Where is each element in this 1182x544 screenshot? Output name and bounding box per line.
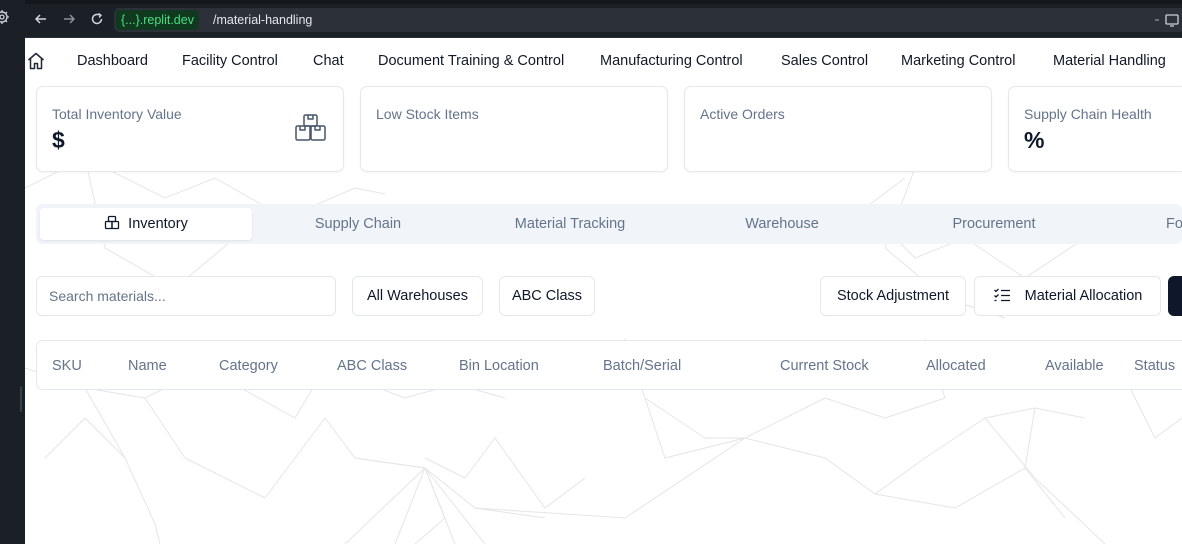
app-content: Dashboard Facility Control Chat Document… bbox=[25, 38, 1182, 544]
column-header-batch-serial[interactable]: Batch/Serial bbox=[603, 358, 681, 374]
tab-supply-chain[interactable]: Supply Chain bbox=[252, 208, 464, 240]
nav-sales-control[interactable]: Sales Control bbox=[781, 53, 868, 69]
url-host: {...}.replit.dev bbox=[116, 10, 199, 30]
card-value: $ bbox=[52, 127, 65, 153]
left-sidebar bbox=[0, 0, 25, 544]
card-active-orders: Active Orders bbox=[684, 86, 992, 172]
home-icon[interactable] bbox=[26, 51, 46, 71]
tab-material-tracking[interactable]: Material Tracking bbox=[464, 208, 676, 240]
primary-action-button[interactable] bbox=[1168, 276, 1182, 316]
nav-material-handling[interactable]: Material Handling bbox=[1053, 53, 1166, 69]
column-header-name[interactable]: Name bbox=[128, 358, 167, 374]
browser-bar: {...}.replit.dev /material-handling bbox=[25, 0, 1182, 38]
list-checks-icon bbox=[993, 288, 1010, 302]
tab-strip bbox=[25, 0, 1182, 4]
tab-inventory[interactable]: Inventory bbox=[40, 208, 252, 240]
url-bar[interactable]: {...}.replit.dev /material-handling bbox=[114, 8, 1173, 32]
abc-class-filter[interactable]: ABC Class bbox=[499, 276, 595, 316]
inventory-table: SKU Name Category ABC Class Bin Location… bbox=[36, 340, 1182, 390]
top-navigation: Dashboard Facility Control Chat Document… bbox=[25, 38, 1182, 83]
nav-facility-control[interactable]: Facility Control bbox=[182, 53, 278, 69]
monitor-icon bbox=[1165, 14, 1179, 27]
column-header-bin-location[interactable]: Bin Location bbox=[459, 358, 539, 374]
boxes-icon bbox=[295, 114, 326, 141]
tab-overflow[interactable]: Fo bbox=[1166, 208, 1182, 240]
card-title: Low Stock Items bbox=[376, 106, 479, 122]
column-header-available[interactable]: Available bbox=[1045, 358, 1104, 374]
warehouse-filter[interactable]: All Warehouses bbox=[352, 276, 483, 316]
card-low-stock-items: Low Stock Items bbox=[360, 86, 668, 172]
card-title: Active Orders bbox=[700, 106, 785, 122]
nav-marketing-control[interactable]: Marketing Control bbox=[901, 53, 1015, 69]
column-header-sku[interactable]: SKU bbox=[52, 358, 82, 374]
column-header-current-stock[interactable]: Current Stock bbox=[780, 358, 869, 374]
nav-chat[interactable]: Chat bbox=[313, 53, 344, 69]
tab-label: Inventory bbox=[128, 216, 188, 232]
column-header-allocated[interactable]: Allocated bbox=[926, 358, 986, 374]
card-total-inventory-value: Total Inventory Value $ bbox=[36, 86, 344, 172]
nav-dashboard[interactable]: Dashboard bbox=[77, 53, 148, 69]
back-arrow-icon[interactable] bbox=[34, 12, 48, 26]
card-supply-chain-health: Supply Chain Health % bbox=[1008, 86, 1182, 172]
material-allocation-label: Material Allocation bbox=[1024, 288, 1143, 304]
column-header-category[interactable]: Category bbox=[219, 358, 278, 374]
forward-arrow-icon[interactable] bbox=[62, 12, 76, 26]
boxes-icon bbox=[105, 215, 120, 230]
column-header-abc-class[interactable]: ABC Class bbox=[337, 358, 407, 374]
card-title: Total Inventory Value bbox=[52, 106, 182, 122]
nav-document-training-control[interactable]: Document Training & Control bbox=[378, 53, 564, 69]
tab-warehouse[interactable]: Warehouse bbox=[676, 208, 888, 240]
column-header-status[interactable]: Status bbox=[1134, 358, 1175, 374]
devices-button[interactable] bbox=[1159, 8, 1182, 32]
stock-adjustment-button[interactable]: Stock Adjustment bbox=[820, 276, 966, 316]
tab-procurement[interactable]: Procurement bbox=[888, 208, 1100, 240]
material-allocation-button[interactable]: Material Allocation bbox=[974, 276, 1161, 316]
resize-handle[interactable] bbox=[20, 386, 22, 412]
tab-bar: Inventory Supply Chain Material Tracking… bbox=[36, 204, 1182, 244]
nav-manufacturing-control[interactable]: Manufacturing Control bbox=[600, 53, 743, 69]
url-path: /material-handling bbox=[213, 13, 313, 27]
card-value: % bbox=[1024, 127, 1045, 153]
gear-icon[interactable] bbox=[0, 9, 10, 25]
search-input[interactable] bbox=[36, 276, 336, 316]
card-title: Supply Chain Health bbox=[1024, 106, 1152, 122]
reload-icon[interactable] bbox=[90, 12, 104, 26]
